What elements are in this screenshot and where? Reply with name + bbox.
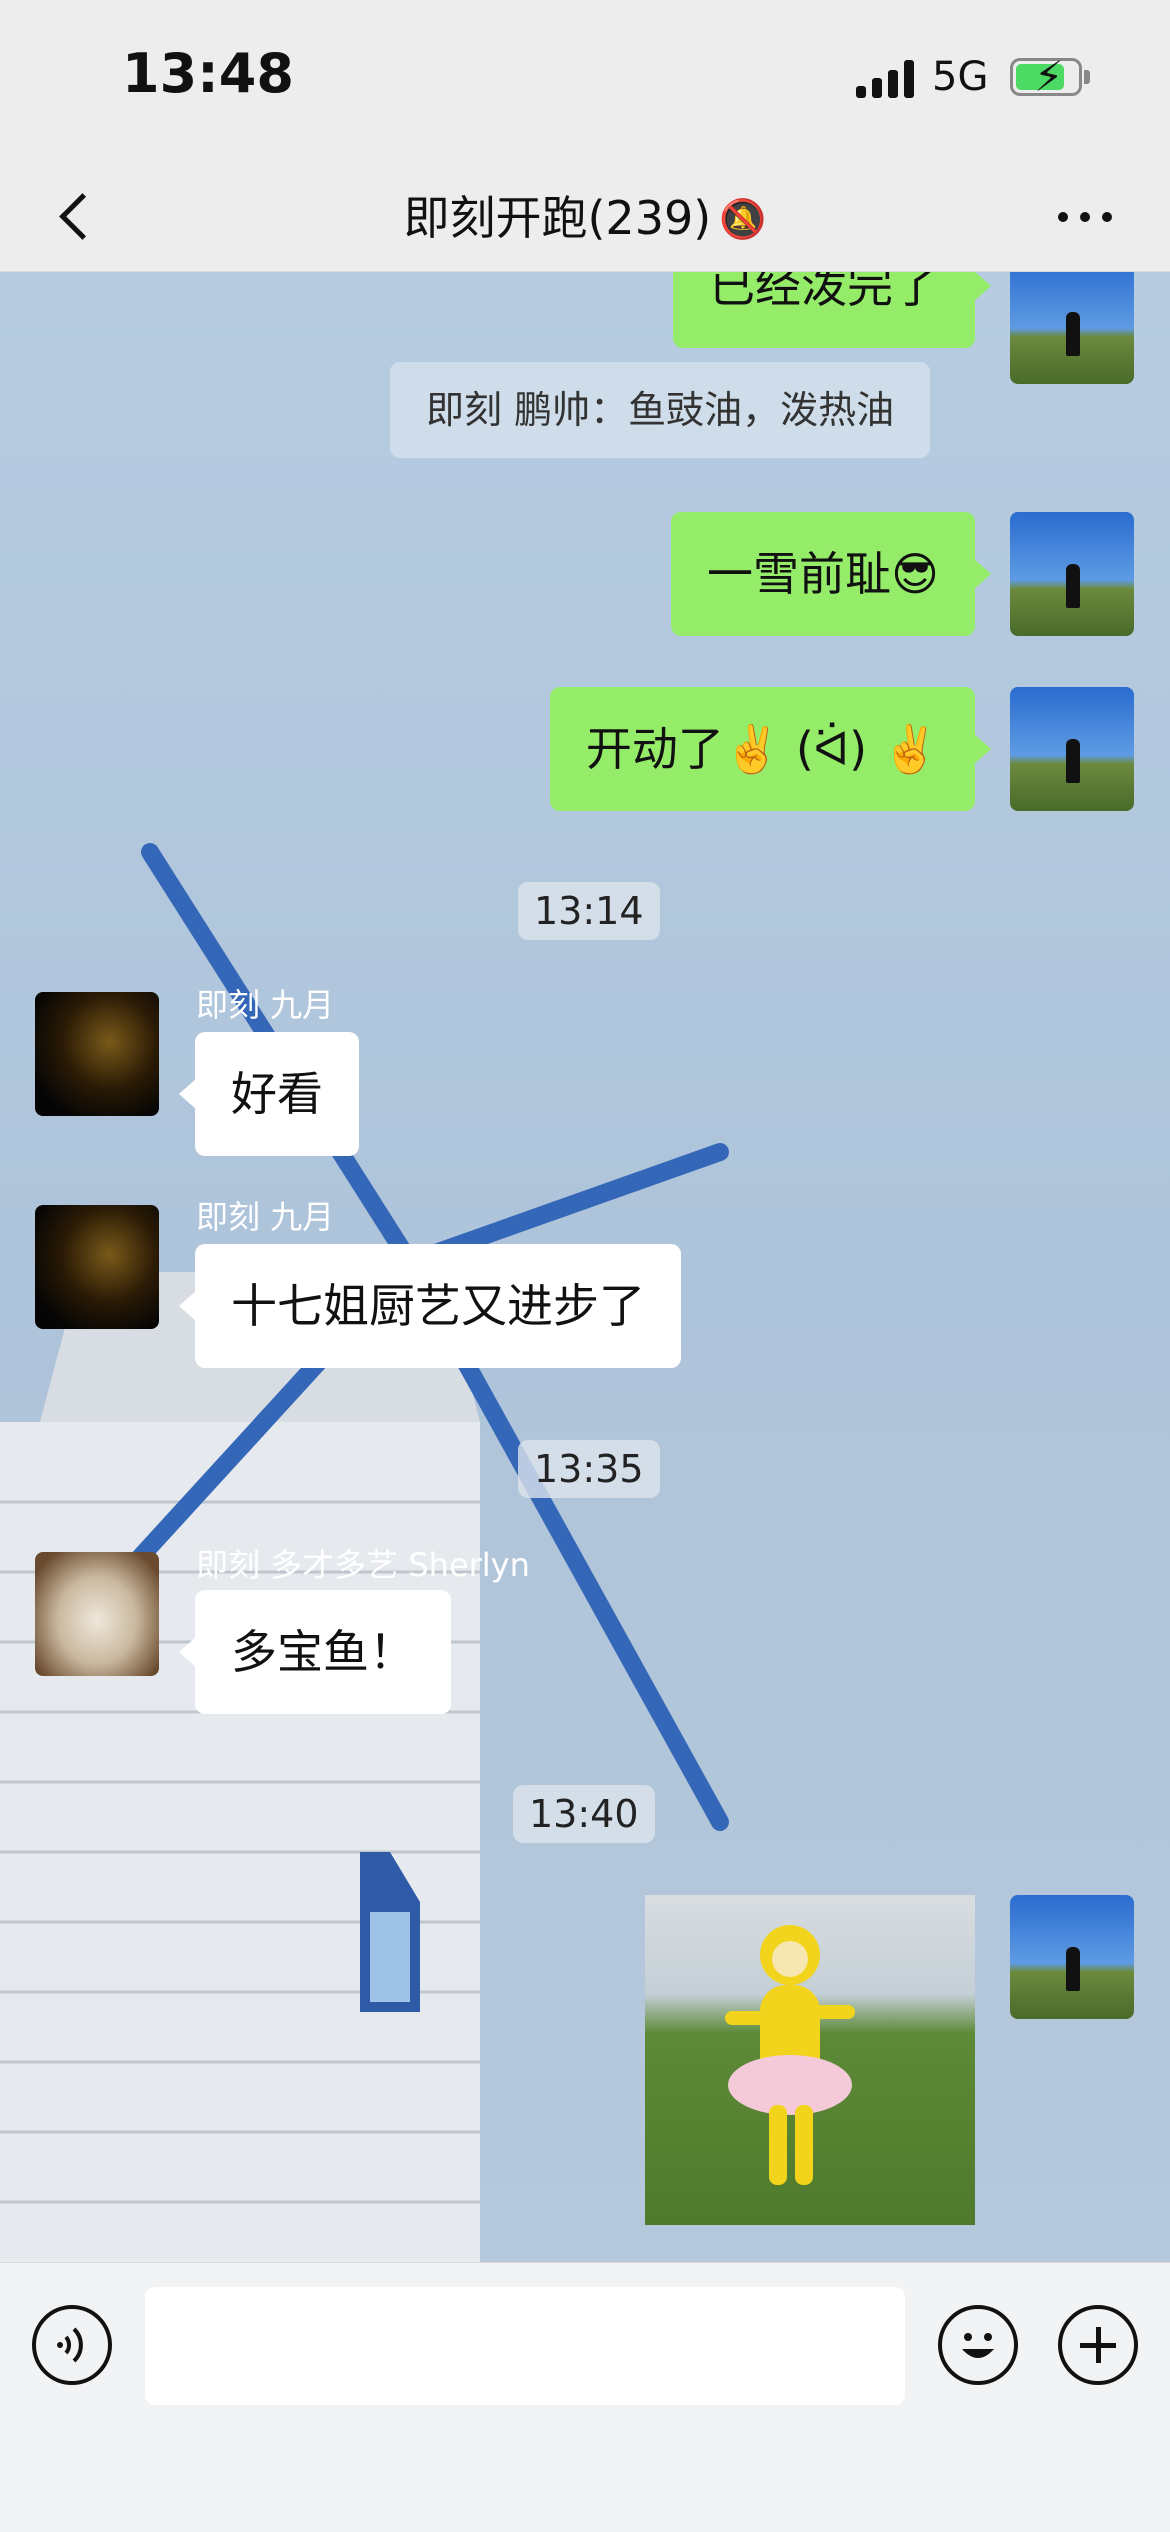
avatar[interactable]	[35, 1552, 159, 1676]
voice-icon[interactable]	[32, 2305, 112, 2385]
avatar[interactable]	[1010, 687, 1134, 811]
message-bubble-incoming[interactable]: 多宝鱼！	[179, 1590, 451, 1714]
chat-header: 即刻开跑(239) 🔕	[0, 160, 1170, 272]
message-input[interactable]	[145, 2287, 905, 2405]
sender-name: 即刻 九月	[196, 986, 335, 1024]
chat-title-wrap: 即刻开跑(239) 🔕	[0, 182, 1170, 248]
message-bubble-outgoing[interactable]: 开动了✌️ (ᐛ) ✌️	[549, 687, 992, 811]
message-bubble-outgoing[interactable]: 已经泼完了	[673, 272, 991, 348]
system-note: 即刻 鹏帅：鱼豉油，泼热油	[390, 362, 931, 458]
smiley-icon[interactable]	[938, 2305, 1018, 2385]
sender-name: 即刻 多才多艺 Sherlyn	[196, 1546, 530, 1584]
chat-area[interactable]: 已经泼完了 即刻 鹏帅：鱼豉油，泼热油 一雪前耻😎 开动了✌️ (ᐛ) ✌️ 1…	[0, 272, 1170, 2262]
message-bubble-outgoing[interactable]: 一雪前耻😎	[671, 512, 991, 636]
message-bubble-incoming[interactable]: 好看	[179, 1032, 359, 1156]
voice-icon-glyph	[57, 2327, 83, 2363]
bell-slash-icon: 🔕	[719, 197, 767, 241]
signal-icon	[856, 60, 916, 98]
bolt-icon: ⚡	[1034, 52, 1064, 101]
message-bubble-incoming[interactable]: 十七姐厨艺又进步了	[179, 1244, 681, 1368]
status-bar: 13:48 5G ⚡	[0, 0, 1170, 160]
more-dots-icon[interactable]	[1050, 190, 1120, 250]
avatar[interactable]	[1010, 512, 1134, 636]
avatar[interactable]	[35, 992, 159, 1116]
avatar[interactable]	[1010, 1895, 1134, 2019]
input-bar	[0, 2262, 1170, 2532]
timestamp: 13:14	[518, 882, 660, 940]
timestamp: 13:40	[513, 1785, 655, 1843]
sender-name: 即刻 九月	[196, 1198, 335, 1236]
plus-circle-icon[interactable]	[1058, 2305, 1138, 2385]
avatar[interactable]	[1010, 272, 1134, 384]
teletubby-figure	[725, 1925, 855, 2185]
network-type: 5G	[932, 54, 989, 100]
smiley-icon-glyph	[962, 2333, 994, 2358]
image-message[interactable]	[645, 1895, 975, 2225]
timestamp: 13:35	[518, 1440, 660, 1498]
chat-title: 即刻开跑(239)	[403, 191, 712, 245]
battery-tip	[1084, 70, 1090, 84]
status-time: 13:48	[122, 42, 294, 105]
avatar[interactable]	[35, 1205, 159, 1329]
